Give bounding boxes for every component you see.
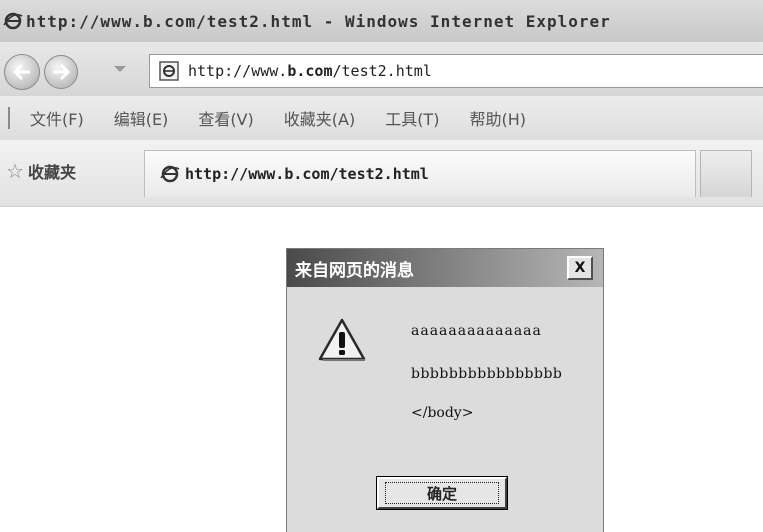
menu-help[interactable]: 帮助(H)	[469, 106, 526, 130]
menu-tools[interactable]: 工具(T)	[385, 106, 439, 130]
back-arrow-icon	[12, 63, 30, 81]
browser-tab[interactable]: http://www.b.com/test2.html	[144, 150, 696, 197]
url-domain: b.com	[287, 62, 333, 80]
window-titlebar: http://www.b.com/test2.html - Windows In…	[0, 0, 763, 42]
back-button[interactable]	[4, 54, 40, 90]
menu-bar: 文件(F) 编辑(E) 查看(V) 收藏夹(A) 工具(T) 帮助(H)	[0, 96, 763, 140]
star-icon: ☆	[6, 159, 24, 183]
address-url[interactable]: http://www.b.com/test2.html	[188, 62, 432, 80]
message-line-1: aaaaaaaaaaaaaa	[411, 323, 542, 339]
forward-arrow-icon	[53, 63, 71, 81]
message-line-3: </body>	[411, 405, 474, 421]
ie-logo-icon	[2, 10, 24, 32]
dialog-title: 来自网页的消息	[295, 260, 414, 281]
dialog-close-button[interactable]: X	[567, 256, 593, 280]
menu-favorites[interactable]: 收藏夹(A)	[284, 106, 355, 130]
favorites-label: 收藏夹	[27, 163, 76, 182]
tab-title: http://www.b.com/test2.html	[185, 165, 429, 183]
menu-edit[interactable]: 编辑(E)	[114, 106, 169, 130]
warning-icon	[318, 318, 366, 361]
tab-ie-icon	[159, 163, 181, 185]
url-path: /test2.html	[332, 62, 432, 80]
ok-button-label: 确定	[385, 482, 499, 504]
ok-button[interactable]: 确定	[376, 476, 508, 510]
navigation-bar: http://www.b.com/test2.html	[0, 42, 763, 96]
favorites-button[interactable]: ☆ 收藏夹	[6, 159, 76, 183]
dialog-titlebar[interactable]: 来自网页的消息 X	[287, 249, 603, 287]
menu-view[interactable]: 查看(V)	[198, 106, 253, 130]
alert-dialog: 来自网页的消息 X aaaaaaaaaaaaaa bbbbbbbbbbbbbbb…	[286, 248, 604, 532]
page-ie-icon	[158, 60, 180, 82]
window-title: http://www.b.com/test2.html - Windows In…	[26, 11, 611, 31]
address-bar[interactable]: http://www.b.com/test2.html	[149, 54, 763, 88]
forward-button[interactable]	[44, 55, 78, 89]
new-tab-button[interactable]	[700, 150, 752, 197]
menu-file[interactable]: 文件(F)	[30, 106, 84, 130]
history-dropdown-icon[interactable]	[114, 66, 126, 72]
message-line-2: bbbbbbbbbbbbbbbb	[411, 366, 563, 382]
menu-separator	[8, 107, 10, 129]
favorites-bar: ☆ 收藏夹 http://www.b.com/test2.html	[0, 140, 763, 207]
browser-window: http://www.b.com/test2.html - Windows In…	[0, 0, 763, 532]
url-prefix: http://www.	[188, 62, 288, 80]
